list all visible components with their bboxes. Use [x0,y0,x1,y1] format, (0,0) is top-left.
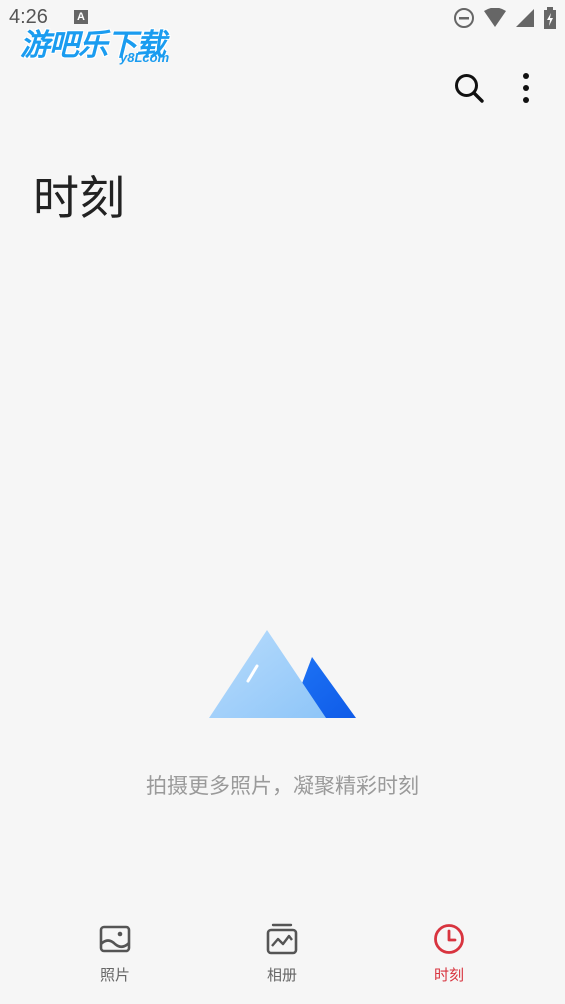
nav-tab-moments[interactable]: 时刻 [389,922,509,992]
album-icon [266,923,298,955]
wifi-icon [484,8,506,27]
watermark-logo: 游吧乐下载 y8Lcom [20,20,190,68]
bottom-navigation: 照片 相册 时刻 [0,910,565,1004]
signal-icon [516,9,534,27]
page-title: 时刻 [33,171,125,225]
empty-state-message: 拍摄更多照片，凝聚精彩时刻 [146,774,419,798]
more-vertical-icon [523,73,529,103]
nav-label-photos: 照片 [99,966,130,984]
do-not-disturb-icon [454,8,474,28]
search-button[interactable] [449,68,489,108]
nav-label-albums: 相册 [266,966,297,984]
watermark-sub-text: y8Lcom [120,50,170,65]
status-icons [453,7,557,29]
battery-icon [544,7,556,29]
search-icon [455,74,484,103]
mountain-illustration-icon [209,630,356,718]
nav-tab-albums[interactable]: 相册 [222,922,342,992]
clock-icon [434,924,464,954]
photo-icon [99,925,131,953]
nav-tab-photos[interactable]: 照片 [55,922,175,992]
more-options-button[interactable] [506,68,546,108]
nav-label-moments: 时刻 [433,966,464,984]
